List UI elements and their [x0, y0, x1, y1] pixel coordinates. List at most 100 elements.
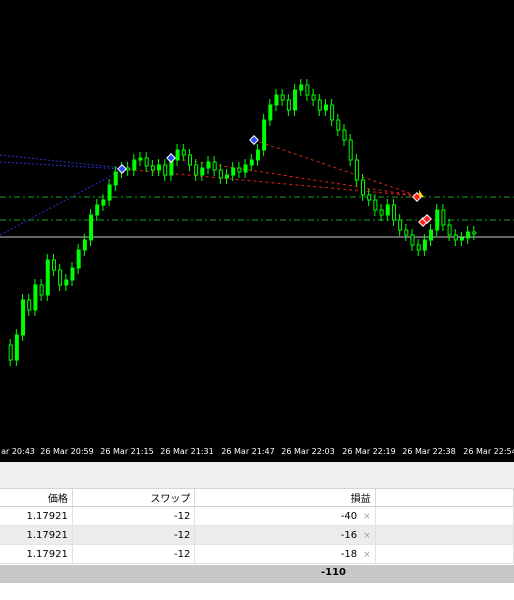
- table-row[interactable]: 1.17921 -12 -18 ×: [0, 544, 514, 564]
- chart-canvas[interactable]: [0, 0, 514, 442]
- candle-body: [175, 149, 180, 161]
- candle-body: [70, 267, 75, 281]
- candle-body: [249, 159, 254, 166]
- candle-body: [379, 209, 384, 216]
- candle-body: [410, 234, 415, 246]
- time-tick-label: ar 20:43: [1, 447, 35, 456]
- time-tick-label: 26 Mar 22:03: [281, 447, 335, 456]
- candle-body: [459, 237, 464, 241]
- empty-cell: [375, 544, 514, 564]
- candle-body: [447, 224, 452, 236]
- swap-cell: -12: [72, 525, 196, 545]
- candle-body: [280, 94, 285, 101]
- candle-body: [132, 159, 137, 171]
- candle-body: [33, 284, 38, 311]
- candle-body: [8, 344, 13, 361]
- profit-cell: -40 ×: [194, 506, 376, 526]
- candle-body: [286, 99, 291, 111]
- trade-link-line: [0, 161, 123, 170]
- close-position-icon[interactable]: ×: [363, 531, 371, 541]
- price-chart[interactable]: [0, 0, 514, 442]
- candle-body: [361, 179, 366, 196]
- candle-body: [472, 231, 477, 235]
- trade-link-line: [0, 154, 123, 169]
- candle-body: [262, 119, 267, 151]
- candle-body: [231, 167, 236, 176]
- close-position-icon[interactable]: ×: [363, 512, 371, 522]
- candle-body: [76, 249, 81, 269]
- candle-body: [391, 204, 396, 221]
- candle-body: [181, 149, 186, 156]
- trade-marker: [166, 153, 176, 163]
- candle-body: [398, 219, 403, 231]
- column-header-blank: [375, 489, 514, 507]
- candle-body: [194, 164, 199, 176]
- candle-body: [206, 161, 211, 169]
- trade-flag-icon: [419, 190, 424, 197]
- column-header-price[interactable]: 価格: [0, 489, 73, 507]
- candle-body: [187, 154, 192, 166]
- candle-body: [58, 269, 63, 286]
- candle-body: [323, 104, 328, 111]
- candle-body: [126, 167, 131, 171]
- trade-marker: [117, 164, 127, 174]
- total-profit: -110: [320, 567, 346, 578]
- candle-body: [138, 157, 143, 161]
- candle-body: [144, 157, 149, 167]
- time-tick-label: 26 Mar 21:47: [221, 447, 275, 456]
- swap-cell: -12: [72, 544, 196, 564]
- candle-body: [336, 119, 341, 131]
- profit-value: -40: [340, 510, 358, 522]
- candle-body: [453, 234, 458, 241]
- candle-body: [330, 104, 335, 121]
- candle-body: [299, 84, 304, 91]
- total-row: -110: [0, 565, 514, 583]
- candle-body: [51, 259, 56, 271]
- trades-table: 価格 スワップ 損益 1.17921 -12 -40 × 1.17921 -12 …: [0, 489, 514, 564]
- candle-body: [212, 161, 217, 171]
- trade-marker: [249, 135, 259, 145]
- candle-body: [466, 231, 471, 239]
- candle-body: [305, 84, 310, 96]
- profit-cell: -18 ×: [194, 544, 376, 564]
- candle-body: [441, 209, 446, 226]
- candle-body: [157, 164, 162, 171]
- candle-body: [200, 167, 205, 176]
- terminal-toolbar: [0, 462, 514, 489]
- candle-body: [342, 129, 347, 141]
- column-header-profit[interactable]: 損益: [194, 489, 376, 507]
- candle-body: [45, 259, 50, 296]
- candle-body: [225, 174, 230, 179]
- candle-body: [107, 184, 112, 201]
- close-position-icon[interactable]: ×: [363, 550, 371, 560]
- time-tick-label: 26 Mar 21:31: [160, 447, 214, 456]
- candle-body: [429, 229, 434, 241]
- candle-body: [367, 194, 372, 201]
- candle-body: [373, 199, 378, 211]
- candle-body: [354, 159, 359, 181]
- swap-cell: -12: [72, 506, 196, 526]
- table-row[interactable]: 1.17921 -12 -40 ×: [0, 506, 514, 526]
- column-header-swap[interactable]: スワップ: [72, 489, 196, 507]
- empty-cell: [375, 525, 514, 545]
- price-cell: 1.17921: [0, 544, 73, 564]
- candle-body: [416, 244, 421, 251]
- candle-body: [274, 94, 279, 106]
- candle-body: [218, 169, 223, 179]
- candle-body: [64, 279, 69, 286]
- time-tick-label: 26 Mar 22:54: [463, 447, 514, 456]
- candle-body: [113, 171, 118, 186]
- candle-body: [255, 149, 260, 161]
- table-header-row: 価格 スワップ 損益: [0, 489, 514, 507]
- candle-body: [348, 139, 353, 161]
- candle-body: [95, 204, 100, 216]
- candle-body: [27, 299, 32, 311]
- profit-cell: -16 ×: [194, 525, 376, 545]
- table-row[interactable]: 1.17921 -12 -16 ×: [0, 525, 514, 545]
- candle-body: [435, 209, 440, 231]
- candle-body: [163, 164, 168, 176]
- candle-body: [268, 104, 273, 121]
- candle-body: [293, 89, 298, 111]
- candle-body: [14, 334, 19, 361]
- time-axis: ar 20:43 26 Mar 20:59 26 Mar 21:15 26 Ma…: [0, 442, 514, 462]
